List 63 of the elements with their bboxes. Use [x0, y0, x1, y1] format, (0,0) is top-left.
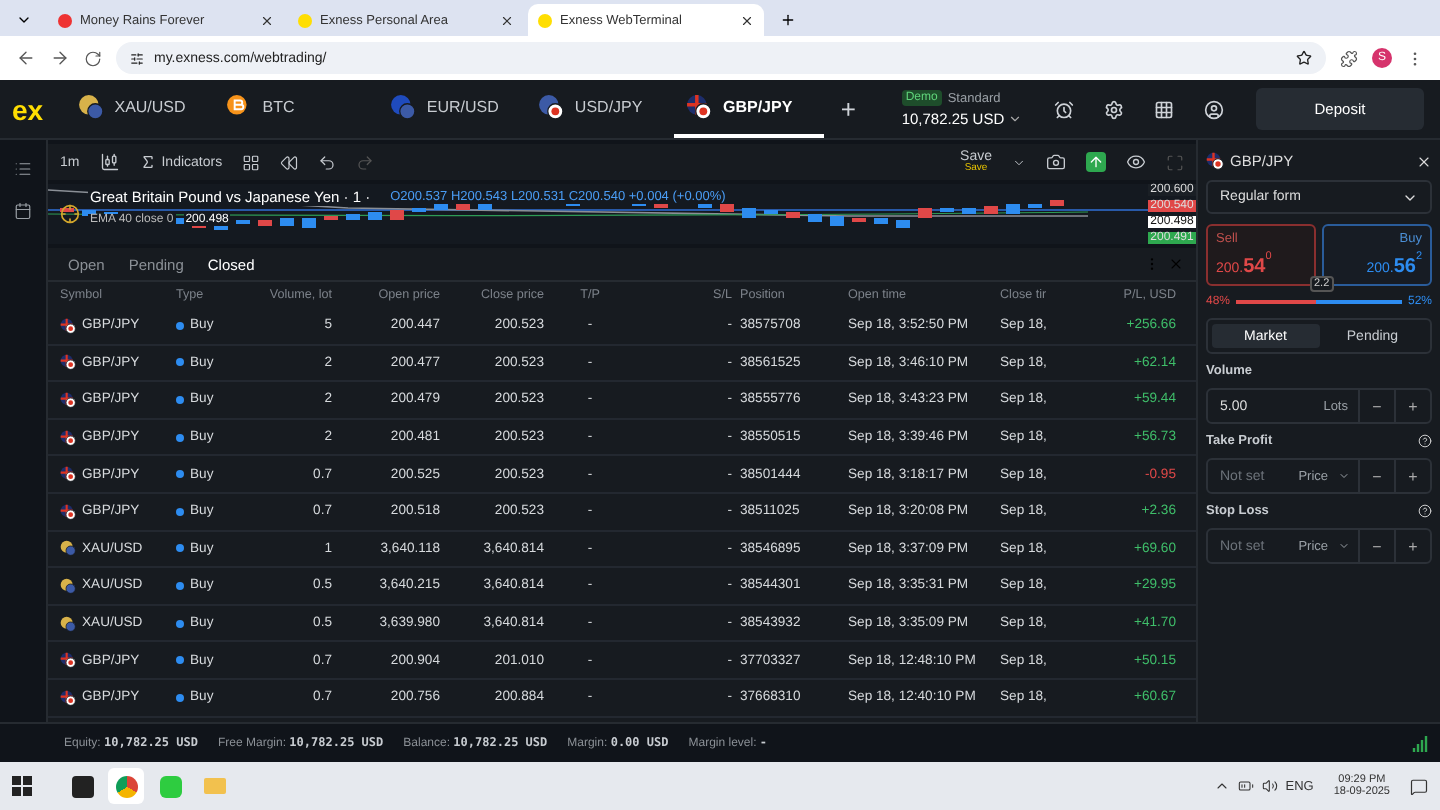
forward-icon[interactable] [50, 48, 70, 68]
add-instrument-button[interactable]: + [823, 80, 874, 138]
instrument-tab[interactable]: USD/JPY [526, 80, 675, 138]
increase-button[interactable]: + [1394, 530, 1430, 562]
flag-pair-icon [60, 503, 76, 520]
new-tab-icon[interactable] [780, 12, 796, 28]
calendar-icon[interactable] [14, 202, 32, 220]
flag-pair-icon [60, 577, 76, 594]
volume-icon[interactable] [1261, 778, 1278, 794]
flag-pair-icon [60, 540, 76, 557]
candlestick-icon[interactable] [99, 152, 120, 172]
close-tab-icon[interactable] [500, 13, 514, 27]
flag-pair-icon [60, 615, 76, 632]
list-icon[interactable] [14, 160, 32, 178]
increase-button[interactable]: + [1394, 390, 1430, 422]
battery-icon[interactable] [1237, 778, 1254, 794]
flag-pair-icon [78, 94, 105, 120]
upload-button[interactable] [1086, 152, 1106, 172]
eye-icon[interactable] [1126, 152, 1146, 172]
instrument-tab[interactable]: GBP/JPY [674, 80, 824, 138]
close-tab-icon[interactable] [740, 13, 754, 27]
instrument-tab[interactable]: XAU/USD [66, 80, 215, 138]
decrease-button[interactable]: − [1358, 530, 1394, 562]
flag-pair-icon [60, 652, 76, 669]
instrument-tab[interactable]: EUR/USD [378, 80, 527, 138]
flag-pair-icon [60, 354, 76, 371]
instrument-tab[interactable]: BTC [214, 80, 363, 138]
notifications-icon[interactable] [1410, 777, 1428, 795]
tray-expand-icon[interactable] [1213, 778, 1230, 794]
layout-icon[interactable] [242, 153, 261, 171]
browser-taskbar-icon[interactable] [108, 768, 144, 804]
flag-pair-icon [538, 94, 565, 120]
flag-pair-icon [686, 94, 713, 120]
flag-pair-icon [390, 94, 417, 120]
undo-icon[interactable] [318, 153, 337, 171]
decrease-button[interactable]: − [1358, 460, 1394, 492]
increase-button[interactable]: + [1394, 460, 1430, 492]
flag-pair-icon [60, 429, 76, 446]
decrease-button[interactable]: − [1358, 390, 1394, 422]
caret-icon[interactable] [1008, 112, 1023, 126]
extensions-icon[interactable] [1340, 49, 1358, 67]
flag-pair-icon [60, 317, 76, 334]
reload-icon[interactable] [84, 49, 102, 67]
camera-icon[interactable] [1046, 152, 1066, 172]
tab-list-icon[interactable] [16, 12, 32, 28]
flag-pair-icon [60, 391, 76, 408]
help-icon[interactable] [1418, 434, 1432, 448]
logo: ex [12, 91, 46, 129]
site-settings-icon[interactable] [130, 51, 144, 65]
flag-pair-icon [1206, 152, 1224, 170]
bookmark-star-icon[interactable] [1296, 50, 1312, 66]
signal-icon [1412, 735, 1428, 751]
function-icon [139, 154, 156, 170]
caret-icon[interactable] [1012, 155, 1026, 169]
help-icon[interactable] [1418, 504, 1432, 518]
flag-pair-icon [60, 466, 76, 483]
close-tab-icon[interactable] [260, 13, 274, 27]
start-icon[interactable] [12, 776, 32, 796]
coin-icon [226, 94, 253, 120]
back-icon[interactable] [16, 48, 36, 68]
crosshair-icon[interactable] [60, 204, 80, 224]
rewind-icon[interactable] [280, 153, 299, 171]
flag-pair-icon [60, 689, 76, 706]
